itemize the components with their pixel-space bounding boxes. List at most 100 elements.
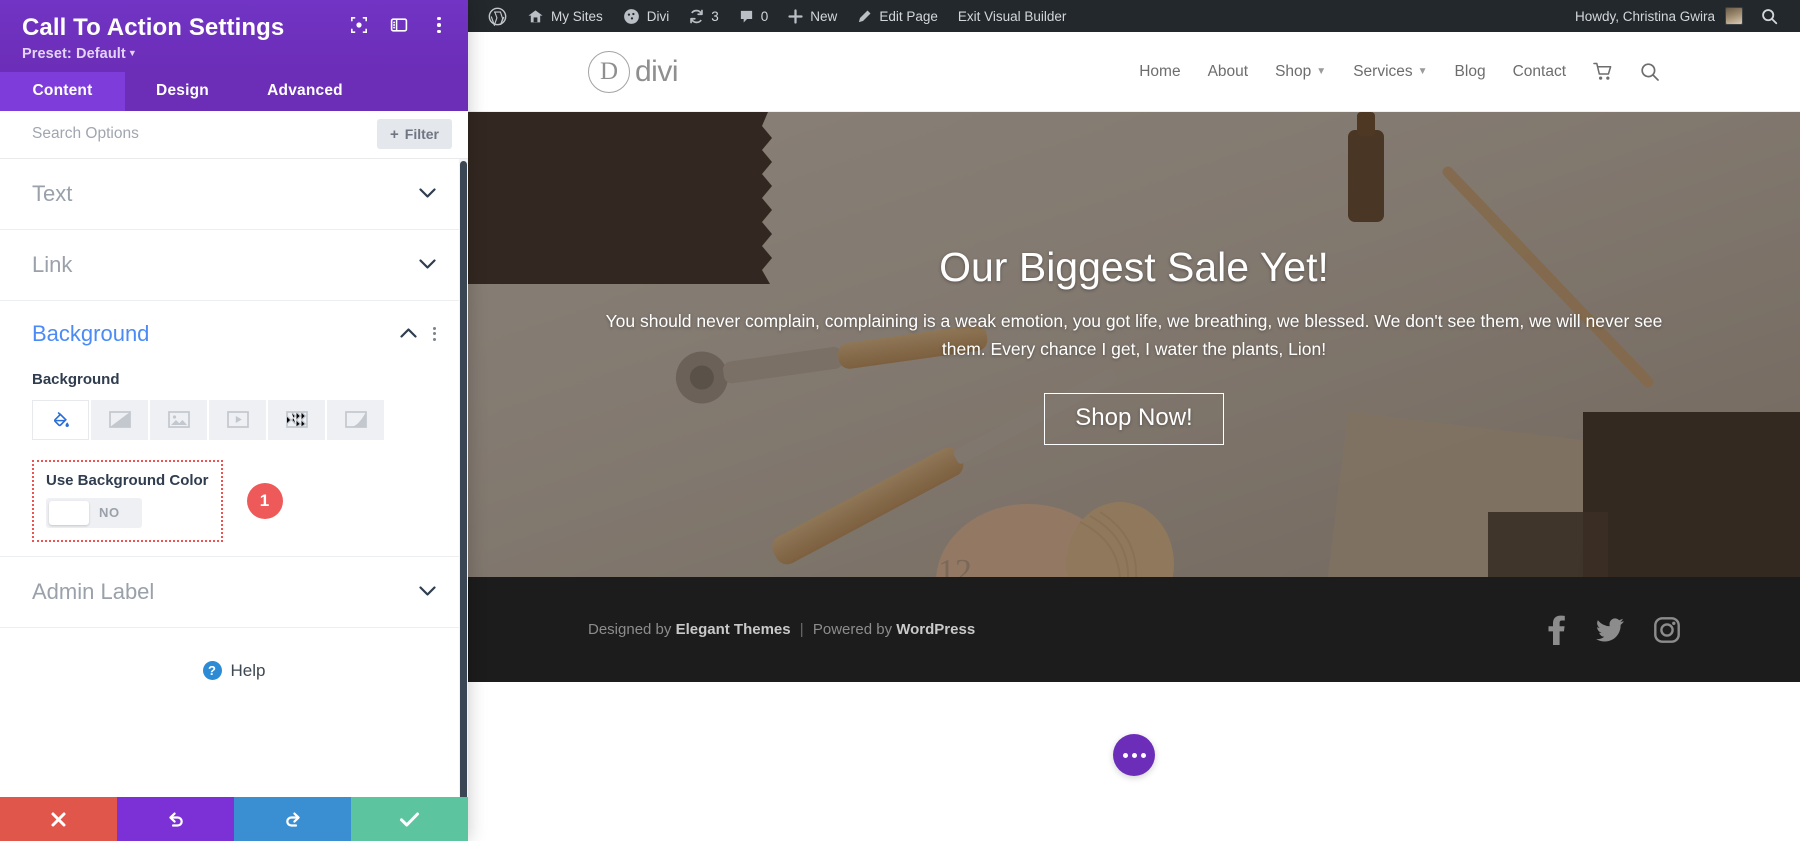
nav-item-contact[interactable]: Contact	[1513, 63, 1566, 81]
background-image-icon[interactable]	[150, 399, 207, 440]
wp-admin-bar-my-sites[interactable]: My Sites	[517, 0, 613, 32]
background-field-label: Background	[32, 370, 120, 388]
builder-canvas-footer	[468, 682, 1800, 841]
logo-wordmark: divi	[635, 54, 679, 88]
panel-header-icons	[348, 14, 450, 36]
chevron-down-icon: ▼	[127, 47, 137, 58]
background-pattern-icon[interactable]	[268, 399, 325, 440]
filter-button[interactable]: + Filter	[377, 119, 452, 150]
wp-admin-bar-exit-visual-builder[interactable]: Exit Visual Builder	[948, 0, 1077, 32]
toggle-knob	[49, 500, 89, 525]
ellipsis-dot	[1122, 752, 1128, 758]
redo-button[interactable]	[234, 797, 351, 841]
site-logo[interactable]: D divi	[588, 50, 679, 93]
hero-title: Our Biggest Sale Yet!	[939, 244, 1329, 291]
avatar[interactable]	[1725, 7, 1743, 25]
help-question-icon: ?	[202, 661, 222, 681]
section-text[interactable]: Text	[0, 159, 468, 230]
cancel-changes-button[interactable]	[0, 797, 117, 841]
wp-admin-bar-account: Howdy, Christina Gwira	[1565, 0, 1800, 32]
search-input[interactable]	[32, 125, 377, 144]
background-video-icon[interactable]	[209, 399, 266, 440]
panel-header: Call To Action Settings Preset: Default ▼	[0, 0, 468, 72]
call-to-action-module[interactable]: 12 Our Biggest Sale Yet! You should neve…	[468, 112, 1800, 577]
wp-admin-bar-logo[interactable]	[478, 0, 517, 32]
search-options-row: + Filter	[0, 110, 468, 159]
wp-admin-bar-comments[interactable]: 0	[729, 0, 779, 32]
wordpress-logo-icon	[488, 7, 507, 26]
hero-subtitle: You should never complain, complaining i…	[605, 311, 1663, 359]
check-icon	[400, 812, 419, 826]
tab-advanced[interactable]: Advanced	[240, 72, 370, 111]
nav-label: Services	[1353, 62, 1413, 80]
comments-count: 0	[760, 8, 769, 24]
panel-tabs: Content Design Advanced	[0, 71, 468, 111]
nav-item-services[interactable]: Services ▼	[1353, 63, 1427, 81]
site-search-icon[interactable]	[1640, 62, 1660, 82]
preset-selector[interactable]: Preset: Default ▼	[22, 46, 446, 62]
close-icon	[51, 812, 66, 826]
site-header: D divi Home About Shop ▼ Services ▼ Blog C…	[468, 32, 1800, 112]
focus-target-icon[interactable]	[348, 14, 370, 36]
admin-bar-search-icon[interactable]	[1747, 0, 1788, 32]
updates-count: 3	[711, 8, 719, 24]
wp-admin-bar-divi[interactable]: Divi	[613, 0, 680, 32]
howdy-greeting[interactable]: Howdy, Christina Gwira	[1565, 0, 1721, 32]
background-mask-icon[interactable]	[327, 399, 384, 440]
module-settings-panel: Call To Action Settings Preset: Default ▼…	[0, 0, 468, 841]
hero-content: Our Biggest Sale Yet! You should never c…	[468, 112, 1800, 577]
more-options-icon[interactable]	[428, 14, 450, 36]
comments-icon	[740, 10, 752, 22]
undo-button[interactable]	[117, 797, 234, 841]
nav-label: Home	[1139, 62, 1181, 80]
help-label: Help	[230, 660, 266, 680]
help-link[interactable]: ? Help	[0, 628, 468, 714]
wp-admin-bar-edit-page[interactable]: Edit Page	[847, 0, 948, 32]
background-color-icon[interactable]	[32, 399, 89, 440]
nav-label: About	[1207, 62, 1249, 80]
panel-layout-icon[interactable]	[388, 14, 410, 36]
undo-icon	[168, 812, 183, 827]
chevron-down-icon[interactable]	[419, 586, 436, 597]
plus-icon	[788, 8, 803, 24]
chevron-down-icon[interactable]	[419, 259, 436, 270]
nav-item-home[interactable]: Home	[1139, 63, 1180, 81]
section-background-more-icon[interactable]	[433, 326, 436, 341]
page-settings-fab[interactable]	[1113, 734, 1155, 776]
chevron-up-icon[interactable]	[400, 328, 417, 339]
my-sites-label: My Sites	[551, 8, 603, 24]
wp-admin-bar-updates[interactable]: 3	[679, 0, 729, 32]
nav-item-about[interactable]: About	[1208, 63, 1249, 81]
facebook-icon[interactable]	[1547, 615, 1566, 645]
tab-design[interactable]: Design	[125, 72, 240, 111]
save-changes-button[interactable]	[351, 797, 468, 841]
section-admin-label[interactable]: Admin Label	[0, 557, 468, 628]
divi-icon	[623, 8, 639, 24]
instagram-icon[interactable]	[1654, 616, 1680, 643]
primary-nav: Home About Shop ▼ Services ▼ Blog Contact	[1139, 62, 1660, 82]
pencil-icon	[859, 10, 871, 22]
nav-item-blog[interactable]: Blog	[1455, 63, 1486, 81]
tab-content[interactable]: Content	[0, 71, 125, 111]
nav-item-shop[interactable]: Shop ▼	[1275, 63, 1326, 81]
wp-admin-bar-new[interactable]: New	[778, 0, 847, 32]
chevron-down-icon[interactable]	[419, 188, 436, 199]
footer-designed-prefix: Designed by	[588, 621, 672, 638]
panel-footer	[0, 797, 468, 841]
divi-label: Divi	[646, 8, 670, 24]
section-link[interactable]: Link	[0, 230, 468, 301]
nav-label: Contact	[1512, 62, 1566, 80]
panel-body: Text Link Background Background Use Back…	[0, 158, 468, 797]
shop-now-button[interactable]: Shop Now!	[1044, 392, 1224, 445]
section-background[interactable]: Background	[0, 301, 468, 367]
scrollbar-thumb[interactable]	[460, 160, 467, 797]
use-background-color-highlight: Use Background Color NO	[32, 459, 223, 542]
panel-scrollbar[interactable]	[459, 158, 468, 797]
twitter-icon[interactable]	[1596, 617, 1624, 642]
footer-elegant-themes-link[interactable]: Elegant Themes	[676, 621, 791, 638]
cart-icon[interactable]	[1593, 62, 1613, 81]
background-gradient-icon[interactable]	[91, 399, 148, 440]
use-background-color-toggle[interactable]: NO	[46, 497, 142, 528]
chevron-down-icon: ▼	[1316, 66, 1327, 77]
footer-wordpress-link[interactable]: WordPress	[896, 621, 975, 638]
